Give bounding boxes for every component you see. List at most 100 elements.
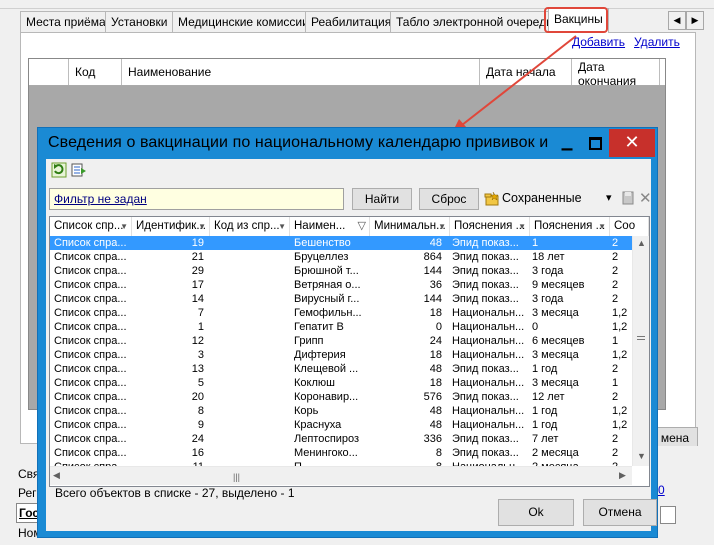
table-row[interactable]: Список спра... 3 Дифтерия 18 Национальн... 3 … <box>50 348 632 362</box>
vaccines-list-grid[interactable]: Список спр... ▼ Идентифик... ▼ Код из спр.… <box>49 216 650 487</box>
cell-list: Список спра... <box>54 265 127 277</box>
table-row[interactable]: Список спра... 12 Грипп 24 Национальн... 6 ме… <box>50 334 632 348</box>
table-row[interactable]: Список спра... 5 Коклюш 18 Национальн... 3 ме… <box>50 376 632 390</box>
maximize-icon[interactable] <box>581 129 609 157</box>
close-icon[interactable]: ✕ <box>609 129 655 157</box>
column-ref-code[interactable]: Код из спр... ▼ <box>210 217 290 236</box>
cell-minimum: 144 <box>423 293 442 305</box>
cell-match: 2 <box>612 363 619 375</box>
cell-list: Список спра... <box>54 447 127 459</box>
table-row[interactable]: Список спра... 14 Вирусный г... 144 Эпид пок… <box>50 292 632 306</box>
saved-filters-icon[interactable] <box>484 191 500 207</box>
scroll-up-icon[interactable]: ▲ <box>633 238 649 248</box>
cell-ref-code <box>212 292 288 306</box>
cell-identifier: 1 <box>197 321 204 333</box>
cell-explanation-2: 1 год <box>532 363 558 375</box>
cell-match: 2 <box>612 279 619 291</box>
filter-field[interactable]: Фильтр не задан <box>49 188 344 210</box>
scroll-right-icon[interactable]: ▶ <box>619 470 626 481</box>
cell-match: 2 <box>612 433 619 445</box>
table-row[interactable]: Список спра... 13 Клещевой ... 48 Эпид показ… <box>50 362 632 376</box>
minimize-icon[interactable]: ▁ <box>553 129 581 157</box>
column-minimum[interactable]: Минимальн... ▼ <box>370 217 450 236</box>
reset-button[interactable]: Сброс <box>419 188 479 210</box>
saved-filters-dropdown-icon[interactable]: ▾ <box>606 191 612 204</box>
cell-match: 2 <box>612 265 619 277</box>
filter-text[interactable]: Фильтр не задан <box>54 192 147 206</box>
vertical-scrollbar[interactable]: ▲ ▼ <box>632 236 649 466</box>
refresh-icon[interactable] <box>51 162 67 178</box>
column-identifier[interactable]: Идентифик... ▼ <box>132 217 210 236</box>
sort-descending-icon[interactable]: ▽ <box>358 217 366 236</box>
cell-list: Список спра... <box>54 391 127 403</box>
cancel-button[interactable]: Отмена <box>583 499 657 526</box>
column-list[interactable]: Список спр... ▼ <box>50 217 132 236</box>
column-list-dropdown-icon[interactable]: ▼ <box>120 217 128 236</box>
cell-ref-code <box>212 264 288 278</box>
column-name[interactable]: Наимен... ▽ <box>290 217 370 236</box>
table-row[interactable]: Список спра... 8 Корь 48 Национальн... 1 год 1… <box>50 404 632 418</box>
table-row[interactable]: Список спра... 29 Брюшной т... 144 Эпид пока… <box>50 264 632 278</box>
table-row[interactable]: Список спра... 7 Гемофильн... 18 Национальн.… <box>50 306 632 320</box>
table-row[interactable]: Список спра... 9 Краснуха 48 Национальн... 1 … <box>50 418 632 432</box>
find-button[interactable]: Найти <box>352 188 412 210</box>
cell-minimum: 48 <box>429 237 442 249</box>
cell-list: Список спра... <box>54 377 127 389</box>
table-row[interactable]: Список спра... 1 Гепатит В 0 Национальн... 0 1… <box>50 320 632 334</box>
scroll-left-icon[interactable]: ◀ <box>53 470 60 481</box>
cell-list: Список спра... <box>54 293 127 305</box>
scroll-thumb-grip-horizontal[interactable]: ||| <box>233 472 240 482</box>
cell-match: 2 <box>612 237 619 249</box>
table-row[interactable]: Список спра... 21 Бруцеллез 864 Эпид показ..… <box>50 250 632 264</box>
cell-explanation-1: Национальн... <box>452 335 525 347</box>
column-explanation-2-dropdown-icon[interactable]: ▼ <box>598 217 606 236</box>
table-row[interactable]: Список спра... 16 Менингоко... 8 Эпид показ.… <box>50 446 632 460</box>
cell-explanation-1: Национальн... <box>452 307 525 319</box>
column-list-label: Список спр... <box>54 220 124 232</box>
scroll-thumb-grip[interactable] <box>637 336 645 340</box>
cell-match: 2 <box>612 293 619 305</box>
cell-identifier: 5 <box>197 377 204 389</box>
cell-minimum: 18 <box>429 349 442 361</box>
cell-identifier: 12 <box>191 335 204 347</box>
cell-list: Список спра... <box>54 279 127 291</box>
cell-explanation-1: Национальн... <box>452 405 525 417</box>
scroll-down-icon[interactable]: ▼ <box>633 451 649 461</box>
column-explanation-1-dropdown-icon[interactable]: ▼ <box>518 217 526 236</box>
cell-match: 2 <box>612 447 619 459</box>
column-ref-code-dropdown-icon[interactable]: ▼ <box>278 217 286 236</box>
column-minimum-dropdown-icon[interactable]: ▼ <box>438 217 446 236</box>
table-row[interactable]: Список спра... 20 Коронавир... 576 Эпид пока… <box>50 390 632 404</box>
column-identifier-dropdown-icon[interactable]: ▼ <box>198 217 206 236</box>
cell-identifier: 29 <box>191 265 204 277</box>
saved-filters-button[interactable]: Сохраненные <box>502 191 582 205</box>
dialog-title: Сведения о вакцинации по национальному к… <box>48 134 553 151</box>
cell-list: Список спра... <box>54 321 127 333</box>
table-row[interactable]: Список спра... 24 Лептоспироз 336 Эпид показ… <box>50 432 632 446</box>
cell-explanation-1: Эпид показ... <box>452 447 519 459</box>
cell-minimum: 864 <box>423 251 442 263</box>
table-row[interactable]: Список спра... 17 Ветряная о... 36 Эпид пока… <box>50 278 632 292</box>
ok-button[interactable]: Ok <box>498 499 574 526</box>
cell-explanation-2: 1 год <box>532 405 558 417</box>
cell-explanation-1: Эпид показ... <box>452 251 519 263</box>
cell-explanation-2: 1 год <box>532 419 558 431</box>
column-identifier-label: Идентифик... <box>136 220 206 232</box>
column-match[interactable]: Соо <box>610 217 649 236</box>
column-explanation-1[interactable]: Пояснения ... ▼ <box>450 217 530 236</box>
cell-name: Гепатит В <box>294 321 344 333</box>
horizontal-scrollbar[interactable]: ◀ ||| ▶ <box>50 466 632 485</box>
cell-identifier: 9 <box>197 419 204 431</box>
cell-match: 1,2 <box>612 321 628 333</box>
cell-minimum: 36 <box>429 279 442 291</box>
cell-match: 1,2 <box>612 307 628 319</box>
cell-explanation-1: Эпид показ... <box>452 293 519 305</box>
cell-match: 1 <box>612 335 619 347</box>
column-explanation-2[interactable]: Пояснения ... ▼ <box>530 217 610 236</box>
cell-explanation-2: 3 месяца <box>532 349 579 361</box>
save-filter-icon[interactable] <box>620 190 636 206</box>
clear-filter-icon[interactable]: ✕ <box>639 189 652 207</box>
export-icon[interactable] <box>71 162 87 178</box>
cell-ref-code <box>212 306 288 320</box>
table-row[interactable]: Список спра... 19 Бешенство 48 Эпид показ...… <box>50 236 632 250</box>
